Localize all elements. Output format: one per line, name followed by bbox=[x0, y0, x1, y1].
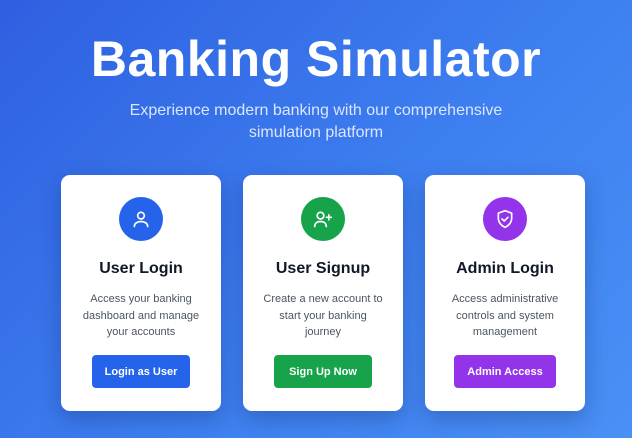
sign-up-now-button[interactable]: Sign Up Now bbox=[274, 355, 372, 388]
user-signup-description: Create a new account to start your banki… bbox=[263, 293, 383, 338]
user-login-title: User Login bbox=[99, 260, 183, 277]
user-login-card: User Login Access your banking dashboard… bbox=[61, 175, 221, 411]
user-login-description: Access your banking dashboard and manage… bbox=[82, 293, 200, 338]
login-as-user-button[interactable]: Login as User bbox=[92, 355, 190, 388]
admin-login-card: Admin Login Access administrative contro… bbox=[425, 175, 585, 411]
user-signup-title: User Signup bbox=[275, 260, 371, 277]
page-subtitle: Experience modern banking with our compr… bbox=[129, 102, 503, 141]
user-icon bbox=[119, 197, 163, 241]
admin-login-description: Access administrative controls and syste… bbox=[451, 293, 559, 338]
shield-check-icon bbox=[483, 197, 527, 241]
admin-access-button[interactable]: Admin Access bbox=[454, 355, 556, 388]
page-title: Banking Simulator bbox=[90, 31, 542, 87]
user-signup-card: User Signup Create a new account to star… bbox=[243, 175, 403, 411]
user-plus-icon bbox=[301, 197, 345, 241]
admin-login-title: Admin Login bbox=[456, 260, 554, 277]
